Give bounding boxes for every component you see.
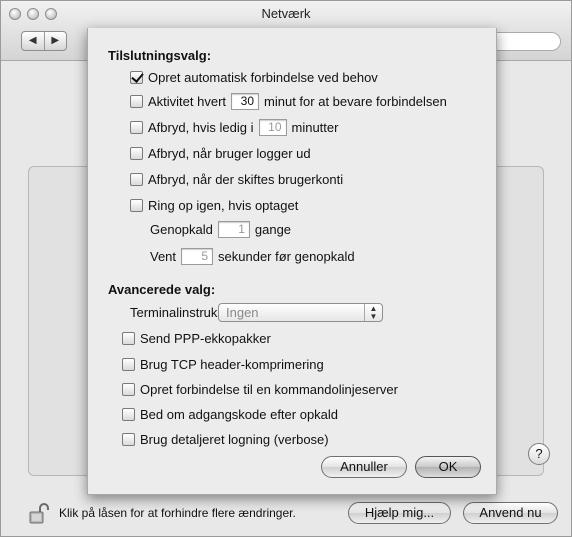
cmdline-label: Opret forbindelse til en kommandolinjese…	[140, 381, 398, 397]
idle-disconnect-prefix: Afbryd, hvis ledig i	[148, 119, 254, 135]
idle-disconnect-checkbox[interactable]	[130, 120, 143, 134]
cancel-button[interactable]: Annuller	[321, 456, 407, 478]
help-icon[interactable]: ?	[528, 443, 550, 465]
lock-hint-text: Klik på låsen for at forhindre flere ænd…	[59, 506, 296, 520]
ppp-echo-checkbox[interactable]	[122, 331, 135, 345]
logout-disconnect-checkbox[interactable]	[130, 146, 143, 160]
ask-password-row[interactable]: Bed om adgangskode efter opkald	[122, 405, 338, 423]
back-forward-buttons[interactable]: ◀ ▶	[21, 31, 67, 51]
help-me-button[interactable]: Hjælp mig...	[348, 502, 451, 524]
terminal-row: Terminalinstruks:	[130, 303, 228, 321]
switch-disconnect-checkbox[interactable]	[130, 172, 143, 186]
cmdline-checkbox[interactable]	[122, 382, 135, 396]
cmdline-row[interactable]: Opret forbindelse til en kommandolinjese…	[122, 380, 398, 398]
activity-prefix: Aktivitet hvert	[148, 93, 227, 109]
tcp-header-label: Brug TCP header-komprimering	[140, 356, 324, 372]
ppp-echo-label: Send PPP-ekkopakker	[140, 330, 271, 346]
forward-arrow-icon[interactable]: ▶	[45, 32, 67, 50]
ok-button[interactable]: OK	[415, 456, 481, 478]
chevron-updown-icon: ▲ ▼	[364, 304, 382, 321]
terminal-label: Terminalinstruks:	[130, 304, 228, 320]
ppp-options-sheet: Tilslutningsvalg: Opret automatisk forbi…	[87, 28, 497, 495]
activity-minutes-field[interactable]: 30	[231, 92, 260, 110]
switch-disconnect-row[interactable]: Afbryd, når der skiftes brugerkonti	[130, 170, 343, 188]
logout-disconnect-label: Afbryd, når bruger logger ud	[148, 145, 311, 161]
activity-row[interactable]: Aktivitet hvert 30 minut for at bevare f…	[130, 92, 447, 110]
tcp-header-row[interactable]: Brug TCP header-komprimering	[122, 355, 324, 373]
redial-label: Ring op igen, hvis optaget	[148, 197, 299, 213]
back-arrow-icon[interactable]: ◀	[22, 32, 45, 50]
idle-minutes-field[interactable]: 10	[258, 118, 287, 136]
redial-row[interactable]: Ring op igen, hvis optaget	[130, 196, 298, 214]
auto-connect-checkbox[interactable]	[130, 70, 143, 84]
redial-wait-suffix: sekunder før genopkald	[218, 248, 355, 264]
redial-count-row: Genopkald 1 gange	[150, 220, 291, 238]
verbose-checkbox[interactable]	[122, 432, 135, 446]
lock-icon[interactable]	[29, 502, 49, 524]
switch-disconnect-label: Afbryd, når der skiftes brugerkonti	[148, 171, 344, 187]
activity-checkbox[interactable]	[130, 94, 143, 108]
auto-connect-row[interactable]: Opret automatisk forbindelse ved behov	[130, 68, 378, 86]
ask-password-label: Bed om adgangskode efter opkald	[140, 406, 339, 422]
idle-disconnect-suffix: minutter	[291, 119, 339, 135]
redial-wait-prefix: Vent	[150, 248, 177, 264]
activity-suffix: minut for at bevare forbindelsen	[264, 93, 447, 109]
ask-password-checkbox[interactable]	[122, 407, 135, 421]
verbose-label: Brug detaljeret logning (verbose)	[140, 431, 329, 447]
apply-now-button[interactable]: Anvend nu	[463, 502, 558, 524]
redial-count-prefix: Genopkald	[150, 221, 213, 237]
ppp-echo-row[interactable]: Send PPP-ekkopakker	[122, 329, 271, 347]
redial-count-suffix: gange	[254, 221, 292, 237]
redial-wait-row: Vent 5 sekunder før genopkald	[150, 247, 355, 265]
logout-disconnect-row[interactable]: Afbryd, når bruger logger ud	[130, 144, 311, 162]
redial-wait-field[interactable]: 5	[181, 247, 214, 265]
redial-checkbox[interactable]	[130, 198, 143, 212]
terminal-popup[interactable]: Ingen ▲ ▼	[218, 303, 383, 322]
verbose-row[interactable]: Brug detaljeret logning (verbose)	[122, 430, 329, 448]
idle-disconnect-row[interactable]: Afbryd, hvis ledig i 10 minutter	[130, 118, 338, 136]
auto-connect-label: Opret automatisk forbindelse ved behov	[148, 69, 378, 85]
terminal-selected: Ingen	[226, 305, 259, 320]
redial-count-field[interactable]: 1	[217, 220, 250, 238]
tcp-header-checkbox[interactable]	[122, 357, 135, 371]
advanced-options-heading: Avancerede valg:	[108, 282, 216, 297]
window-title: Netværk	[261, 6, 311, 21]
connection-options-heading: Tilslutningsvalg:	[108, 48, 212, 63]
